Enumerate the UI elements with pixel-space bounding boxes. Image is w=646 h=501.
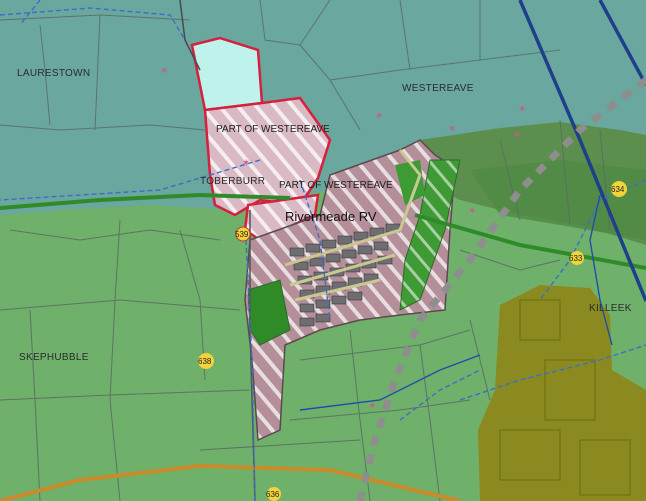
svg-text:✶: ✶ [518,104,526,115]
svg-text:638: 638 [198,357,212,366]
townland-label-killeek: KILLEEK [589,303,632,314]
townland-label-westereave: WESTEREAVE [402,83,474,94]
svg-text:✶: ✶ [513,130,521,141]
svg-text:✶: ✶ [160,66,168,77]
svg-text:✶: ✶ [468,206,476,217]
svg-text:633: 633 [569,254,583,263]
svg-text:634: 634 [611,185,625,194]
map-view[interactable]: ✶ ✶ ✶ ✶ ✶ ✶ ✶ ✶ 539 634 633 638 636 LAUR… [0,0,646,501]
townland-label-skephubble: SKEPHUBBLE [19,352,89,363]
svg-text:✶: ✶ [448,124,456,135]
svg-text:✶: ✶ [368,401,376,412]
svg-text:✶: ✶ [242,158,250,169]
svg-text:539: 539 [235,230,249,239]
townland-label-laurestown: LAURESTOWN [17,68,90,79]
road-marker-638: 638 [198,353,214,369]
svg-text:✶: ✶ [375,111,383,122]
site-label-part-westereave-1: PART OF WESTEREAVE [216,124,330,135]
cyan-parcel [190,36,264,112]
road-marker-636: 636 [266,487,281,501]
site-label-rivermeade: Rivermeade RV [285,209,377,224]
svg-text:636: 636 [266,490,280,499]
townland-label-toberburr: TOBERBURR [200,176,265,187]
site-label-part-westereave-2: PART OF WESTEREAVE [279,180,393,191]
road-marker-633: 633 [569,251,584,265]
road-marker-539: 539 [235,226,251,242]
road-marker-634: 634 [611,181,627,197]
